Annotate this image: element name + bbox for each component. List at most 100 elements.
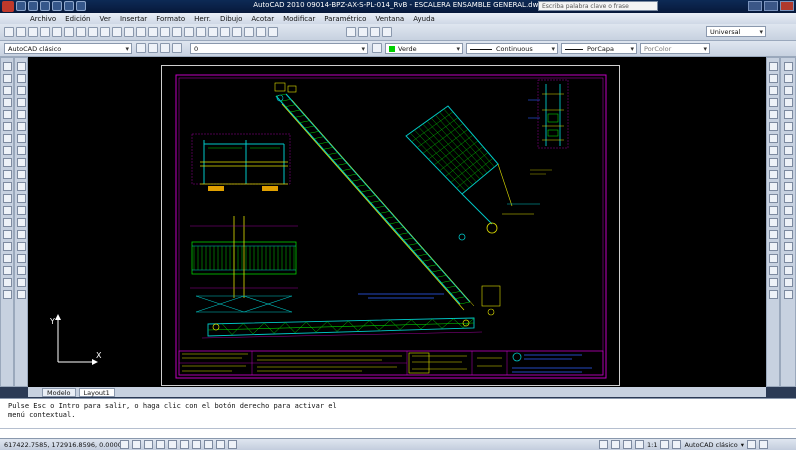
- freeze-icon[interactable]: [768, 110, 778, 119]
- menu-ver[interactable]: Ver: [100, 15, 111, 23]
- fillet-icon[interactable]: [16, 242, 26, 251]
- unlock-icon[interactable]: [768, 146, 778, 155]
- merge-icon[interactable]: [768, 218, 778, 227]
- extend-icon[interactable]: [16, 182, 26, 191]
- construction-line-icon[interactable]: [2, 74, 12, 83]
- undo-icon[interactable]: [124, 27, 134, 37]
- circle-icon[interactable]: [2, 134, 12, 143]
- quickcalc-icon[interactable]: [256, 27, 266, 37]
- quick-properties-icon[interactable]: [228, 440, 237, 449]
- menu-edicion[interactable]: Edición: [65, 15, 90, 23]
- plotstyle-dropdown[interactable]: PorColor: [640, 43, 710, 54]
- dim-break-icon[interactable]: [783, 206, 793, 215]
- insert-block-icon[interactable]: [2, 194, 12, 203]
- erase-icon[interactable]: [16, 62, 26, 71]
- revcloud-icon[interactable]: [2, 146, 12, 155]
- layer-dropdown[interactable]: 0: [190, 43, 368, 54]
- snap-icon[interactable]: [120, 440, 129, 449]
- osnap-icon[interactable]: [168, 440, 177, 449]
- minimize-button[interactable]: [748, 1, 762, 11]
- dim-ordinate-icon[interactable]: [783, 98, 793, 107]
- line-icon[interactable]: [2, 62, 12, 71]
- layer-delete-icon[interactable]: [768, 206, 778, 215]
- workspace-dropdown[interactable]: AutoCAD clásico: [4, 43, 132, 54]
- layer-on-icon[interactable]: [148, 43, 158, 53]
- isolate-icon[interactable]: [768, 86, 778, 95]
- rotate-icon[interactable]: [16, 134, 26, 143]
- maximize-button[interactable]: [764, 1, 778, 11]
- region-icon[interactable]: [2, 254, 12, 263]
- open-icon[interactable]: [16, 27, 26, 37]
- qnew-icon[interactable]: [4, 27, 14, 37]
- zoom-window-icon[interactable]: [172, 27, 182, 37]
- dim-space-icon[interactable]: [783, 194, 793, 203]
- menu-parametrico[interactable]: Paramétrico: [324, 15, 366, 23]
- lineweight-dropdown[interactable]: PorCapa: [561, 43, 637, 54]
- offset-icon[interactable]: [16, 98, 26, 107]
- layer-walk-icon[interactable]: [768, 194, 778, 203]
- tab-layout1[interactable]: Layout1: [78, 387, 115, 397]
- properties-icon[interactable]: [196, 27, 206, 37]
- break-icon[interactable]: [16, 206, 26, 215]
- break-at-point-icon[interactable]: [16, 194, 26, 203]
- lineweight-toggle-icon[interactable]: [216, 440, 225, 449]
- make-object-layer-current-icon[interactable]: [372, 43, 382, 53]
- dim-arc-icon[interactable]: [783, 86, 793, 95]
- explode-icon[interactable]: [16, 254, 26, 263]
- close-button[interactable]: [780, 1, 794, 11]
- quick-view-layouts-icon[interactable]: [611, 440, 620, 449]
- trim-icon[interactable]: [16, 170, 26, 179]
- cut-icon[interactable]: [76, 27, 86, 37]
- dim-update-icon[interactable]: [783, 290, 793, 299]
- layer-manager-icon[interactable]: [136, 43, 146, 53]
- properties-icon[interactable]: [16, 290, 26, 299]
- menu-insertar[interactable]: Insertar: [120, 15, 147, 23]
- lock-icon[interactable]: [768, 134, 778, 143]
- drawing-area[interactable]: Y X: [28, 57, 766, 387]
- change-to-current-icon[interactable]: [768, 170, 778, 179]
- point-icon[interactable]: [2, 218, 12, 227]
- tool-palettes-icon[interactable]: [220, 27, 230, 37]
- menu-dibujo[interactable]: Dibujo: [220, 15, 242, 23]
- layer-freeze-icon[interactable]: [160, 43, 170, 53]
- clean-screen-icon[interactable]: [759, 440, 768, 449]
- annotation-scale-icon[interactable]: [635, 440, 644, 449]
- copy-icon[interactable]: [88, 27, 98, 37]
- table-style-icon[interactable]: [370, 27, 380, 37]
- grid-icon[interactable]: [132, 440, 141, 449]
- linetype-dropdown[interactable]: Continuous: [466, 43, 558, 54]
- scale-icon[interactable]: [16, 146, 26, 155]
- tab-modelo[interactable]: Modelo: [42, 387, 76, 397]
- arc-icon[interactable]: [2, 122, 12, 131]
- menu-ventana[interactable]: Ventana: [375, 15, 404, 23]
- copy-to-layer-icon[interactable]: [768, 182, 778, 191]
- layer-icon[interactable]: [768, 62, 778, 71]
- dyn-icon[interactable]: [204, 440, 213, 449]
- sheet-set-icon[interactable]: [232, 27, 242, 37]
- table-icon[interactable]: [2, 266, 12, 275]
- paste-icon[interactable]: [100, 27, 110, 37]
- color-dropdown[interactable]: Verde: [385, 43, 463, 54]
- polar-icon[interactable]: [156, 440, 165, 449]
- off-icon[interactable]: [768, 122, 778, 131]
- chamfer-icon[interactable]: [16, 230, 26, 239]
- spline-icon[interactable]: [2, 158, 12, 167]
- dim-edit-icon[interactable]: [783, 266, 793, 275]
- snap-endpoint-icon[interactable]: [768, 230, 778, 239]
- save-icon[interactable]: [28, 27, 38, 37]
- snap-nearest-icon[interactable]: [768, 290, 778, 299]
- join-icon[interactable]: [16, 218, 26, 227]
- snap-perpendicular-icon[interactable]: [768, 278, 778, 287]
- redo-icon[interactable]: [136, 27, 146, 37]
- copy-icon[interactable]: [16, 74, 26, 83]
- dim-text-edit-icon[interactable]: [783, 278, 793, 287]
- layer-lock-icon[interactable]: [172, 43, 182, 53]
- markup-icon[interactable]: [244, 27, 254, 37]
- menu-acotar[interactable]: Acotar: [251, 15, 274, 23]
- dim-jogged-icon[interactable]: [783, 122, 793, 131]
- command-line[interactable]: Pulse Esc o Intro para salir, o haga cli…: [0, 398, 796, 438]
- dim-style-icon[interactable]: [358, 27, 368, 37]
- text-style-dropdown[interactable]: Universal: [706, 26, 766, 37]
- multileader-style-icon[interactable]: [382, 27, 392, 37]
- dim-radius-icon[interactable]: [783, 110, 793, 119]
